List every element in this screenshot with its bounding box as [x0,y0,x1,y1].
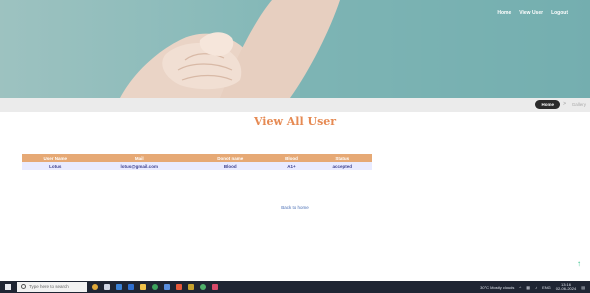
volume-icon[interactable]: ♪ [535,285,537,290]
vscode-icon[interactable] [164,284,170,290]
app4-icon[interactable] [212,284,218,290]
notifications-icon[interactable]: ▤ [581,285,585,290]
col-status: Status [312,154,372,162]
back-to-home-link[interactable]: Back to home [0,205,590,210]
clock[interactable]: 13:16 02-06-2024 [555,282,577,292]
search-icon [21,284,26,289]
app2-icon[interactable] [188,284,194,290]
clock-date: 02-06-2024 [555,286,577,291]
network-icon[interactable]: ▦ [526,285,530,290]
windows-start-icon[interactable] [5,284,11,290]
cell-status: accepted [312,162,372,170]
hero-banner: Home View User Logout [0,0,590,98]
tray-chevron-icon[interactable]: ^ [519,285,521,290]
task-view-icon[interactable] [104,284,110,290]
weather-widget-icon[interactable] [92,284,98,290]
app-icon[interactable] [116,284,122,290]
chrome-icon[interactable] [152,284,158,290]
table-header-row: User Name Mail Donot name Blood Status [22,154,372,162]
breadcrumb-home-button[interactable]: Home [535,100,560,109]
col-donot-name: Donot name [190,154,271,162]
cell-mail: lotus@gmail.com [88,162,190,170]
cell-donot-name: Blood [190,162,271,170]
edge-icon[interactable] [128,284,134,290]
language-indicator[interactable]: ENG [542,285,551,290]
users-table: User Name Mail Donot name Blood Status L… [22,154,372,170]
col-user-name: User Name [22,154,89,162]
cell-blood: A1+ [270,162,313,170]
search-placeholder: Type here to search [29,284,69,289]
col-mail: Mail [88,154,190,162]
nav-logout-link[interactable]: Logout [551,10,568,16]
system-tray: 30°C Mostly clouds ^ ▦ ♪ ENG 13:16 02-06… [480,281,585,293]
breadcrumb-current: Gallery [571,102,586,107]
store-icon[interactable] [176,284,182,290]
nav-home-link[interactable]: Home [497,10,511,16]
breadcrumb: Home > Gallery [0,98,590,112]
folder-icon[interactable] [140,284,146,290]
cell-user-name: Lotus [22,162,89,170]
app3-icon[interactable] [200,284,206,290]
breadcrumb-separator: > [563,101,566,107]
col-blood: Blood [270,154,313,162]
table-row: Lotus lotus@gmail.com Blood A1+ accepted [22,162,372,170]
scroll-to-top-icon[interactable]: ↑ [577,259,581,268]
weather-status[interactable]: 30°C Mostly clouds [480,285,514,290]
taskbar-search-input[interactable]: Type here to search [17,282,87,292]
nav-view-user-link[interactable]: View User [519,10,543,16]
top-nav: Home View User Logout [497,10,568,16]
page-title: View All User [253,115,337,128]
taskbar: Type here to search 30°C Mostly clouds ^… [0,281,590,293]
